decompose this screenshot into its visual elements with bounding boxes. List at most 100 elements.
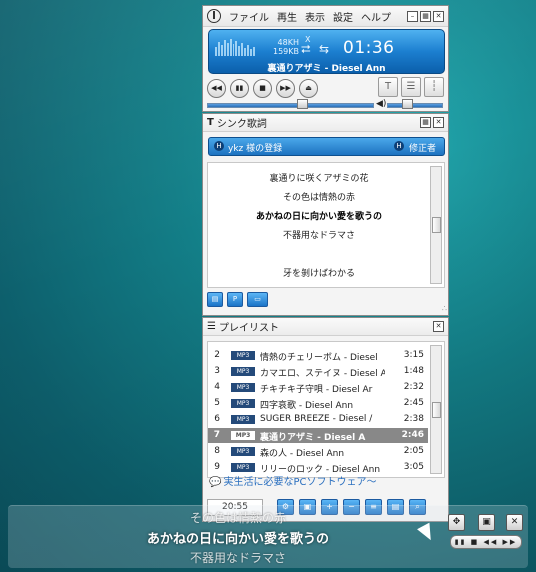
spectrum-visualizer [215, 38, 255, 56]
track-title: チキチキ子守唄 - Diesel Ar [260, 385, 373, 395]
format-badge: MP3 [231, 463, 255, 472]
lyrics-window: T シンク歌詞 ▦ ✕ H ykz 様の登録 H 修正者 裏通りに咲くアザミの花… [202, 113, 449, 316]
track-duration: 1:48 [403, 366, 424, 376]
playlist-row[interactable]: 3 MP3 カマエロ、ステイヌ - Diesel A 1:48 [208, 364, 428, 379]
eject-button[interactable]: ⏏ [299, 79, 318, 98]
format-badge: MP3 [231, 399, 255, 408]
format-badge: MP3 [231, 447, 255, 456]
playlist-title: プレイリスト [218, 323, 279, 334]
track-duration: 2:45 [403, 398, 424, 408]
app-music-icon[interactable] [207, 9, 221, 23]
track-duration: 2:46 [401, 430, 424, 440]
seek-handle[interactable] [296, 99, 308, 109]
lyrics-title: シンク歌詞 [216, 119, 267, 130]
playlist-row[interactable]: 8 MP3 森の人 - Diesel Ann 2:05 [208, 444, 428, 459]
track-number: 6 [214, 414, 220, 424]
format-badge: MP3 [231, 383, 255, 392]
bitrate-text: 159KB [272, 47, 299, 56]
format-badge: MP3 [231, 351, 255, 360]
playback-controls: ◀◀ ▮▮ ■ ▶▶ ⏏ T ☰ ┆ [207, 77, 445, 99]
menu-view[interactable]: 表示 [305, 9, 325, 24]
editor-icon: H [394, 141, 404, 151]
volume-handle[interactable] [402, 99, 413, 109]
playlist-ad-link[interactable]: 💬 実生活に必要なPCソフトウェア〜 [209, 473, 376, 488]
lyrics-scrollbar[interactable] [430, 166, 442, 284]
format-badge: MP3 [231, 431, 255, 440]
lyrics-line: 牙を剝けばわかる [282, 269, 355, 279]
playlist-toggle-icon[interactable]: ☰ [401, 77, 421, 97]
lock-icon[interactable]: ▣ [478, 514, 495, 531]
lyrics-line-current: あかねの日に向かい愛を歌うの [255, 212, 382, 222]
playlist-row[interactable]: 6 MP3 SUGER BREEZE - Diesel / 2:38 [208, 412, 428, 427]
close-icon[interactable]: ✕ [506, 514, 523, 531]
track-number: 8 [214, 446, 220, 456]
resize-grip-icon[interactable]: ∴ [442, 304, 447, 313]
track-number: 5 [214, 398, 220, 408]
lyrics-display: 裏通りに咲くアザミの花 その色は情熱の赤 あかねの日に向かい愛を歌うの 不器用な… [207, 162, 445, 288]
playlist-scroll-thumb[interactable] [432, 402, 441, 418]
lyrics-toolbar: ▤ P ▭ [207, 292, 268, 307]
track-number: 4 [214, 382, 220, 392]
now-playing-title: 裏通りアザミ - Diesel Ann [267, 64, 386, 74]
shuffle-icon[interactable]: ⇆ [319, 42, 329, 56]
minimize-icon[interactable]: – [407, 10, 418, 22]
volume-bar[interactable] [387, 103, 443, 108]
previous-button[interactable]: ◀◀ [207, 79, 226, 98]
move-icon[interactable]: ✥ [448, 514, 465, 531]
playlist-row[interactable]: 5 MP3 四字哀歌 - Diesel Ann 2:45 [208, 396, 428, 411]
pause-button[interactable]: ▮▮ [230, 79, 249, 98]
lyrics-scroll-thumb[interactable] [432, 217, 441, 233]
desktop-lyrics-prev-line: その色は情熱の赤 [189, 511, 286, 525]
playlist-list: 2 MP3 情熱のチェリーボム - Diesel 3:15 3 MP3 カマエロ… [207, 341, 445, 478]
lyrics-keyboard-icon[interactable]: ▭ [247, 292, 268, 307]
lyrics-toggle-icon[interactable]: T [378, 77, 398, 97]
close-icon[interactable]: ✕ [433, 10, 444, 22]
repeat-icon[interactable]: ⮂ [301, 42, 311, 57]
playlist-window: ☰ プレイリスト ✕ 2 MP3 情熱のチェリーボム - Diesel 3:15… [202, 317, 449, 522]
next-button[interactable]: ▶▶ [276, 79, 295, 98]
menu-help[interactable]: ヘルプ [361, 9, 391, 24]
chat-bubble-icon: 💬 [209, 477, 222, 488]
playlist-row-selected[interactable]: 7 MP3 裏通りアザミ - Diesel A 2:46 [208, 428, 428, 443]
lyrics-header: T シンク歌詞 ▦ ✕ [203, 114, 448, 132]
format-badge: MP3 [231, 367, 255, 376]
track-title: 四字哀歌 - Diesel Ann [260, 401, 354, 411]
playlist-header: ☰ プレイリスト ✕ [203, 318, 448, 336]
menu-play[interactable]: 再生 [277, 9, 297, 24]
mini-mode-icon[interactable]: ▦ [420, 10, 431, 22]
playlist-title-icon: ☰ [207, 321, 216, 332]
lyrics-page-icon[interactable]: P [227, 292, 243, 307]
playlist-row[interactable]: 2 MP3 情熱のチェリーボム - Diesel 3:15 [208, 348, 428, 363]
registrant-icon: H [214, 141, 224, 151]
track-duration: 2:38 [403, 414, 424, 424]
track-duration: 2:05 [403, 446, 424, 456]
editor-text[interactable]: 修正者 [409, 141, 436, 154]
track-number: 3 [214, 366, 220, 376]
lyrics-info-bar: H ykz 様の登録 H 修正者 [208, 137, 445, 156]
ad-text: 実生活に必要なPCソフトウェア〜 [223, 477, 377, 488]
close-icon[interactable]: ✕ [433, 321, 444, 332]
menu-settings[interactable]: 設定 [333, 9, 353, 24]
volume-icon[interactable]: ◀) [376, 99, 386, 109]
track-title: 森の人 - Diesel Ann [260, 449, 345, 459]
lyrics-list-icon[interactable]: ▤ [207, 292, 223, 307]
equalizer-toggle-icon[interactable]: ┆ [424, 77, 444, 97]
lyrics-line: 裏通りに咲くアザミの花 [269, 174, 369, 184]
track-number: 2 [214, 350, 220, 360]
track-duration: 2:32 [403, 382, 424, 392]
menu-file[interactable]: ファイル [229, 9, 269, 24]
elapsed-time: 01:36 [343, 38, 395, 58]
registrant-text[interactable]: ykz 様の登録 [228, 141, 282, 154]
window-mode-icon[interactable]: ▦ [420, 117, 431, 128]
lyrics-title-icon: T [207, 117, 214, 128]
playlist-row[interactable]: 4 MP3 チキチキ子守唄 - Diesel Ar 2:32 [208, 380, 428, 395]
close-icon[interactable]: ✕ [433, 117, 444, 128]
bitrate-info: 48KH 159KB [265, 38, 299, 56]
player-main-window: ファイル 再生 表示 設定 ヘルプ – ▦ ✕ 48KH 159KB X ⮂ ⇆… [202, 5, 449, 112]
mini-playback-controls[interactable]: ▮▮ ■ ◀◀ ▶▶ [450, 535, 522, 549]
track-title: カマエロ、ステイヌ - Diesel A [260, 369, 385, 379]
desktop-lyrics-next-line: 不器用なドラマさ [189, 551, 286, 565]
seek-bar[interactable] [207, 103, 374, 108]
playlist-scrollbar[interactable] [430, 345, 442, 474]
stop-button[interactable]: ■ [253, 79, 272, 98]
